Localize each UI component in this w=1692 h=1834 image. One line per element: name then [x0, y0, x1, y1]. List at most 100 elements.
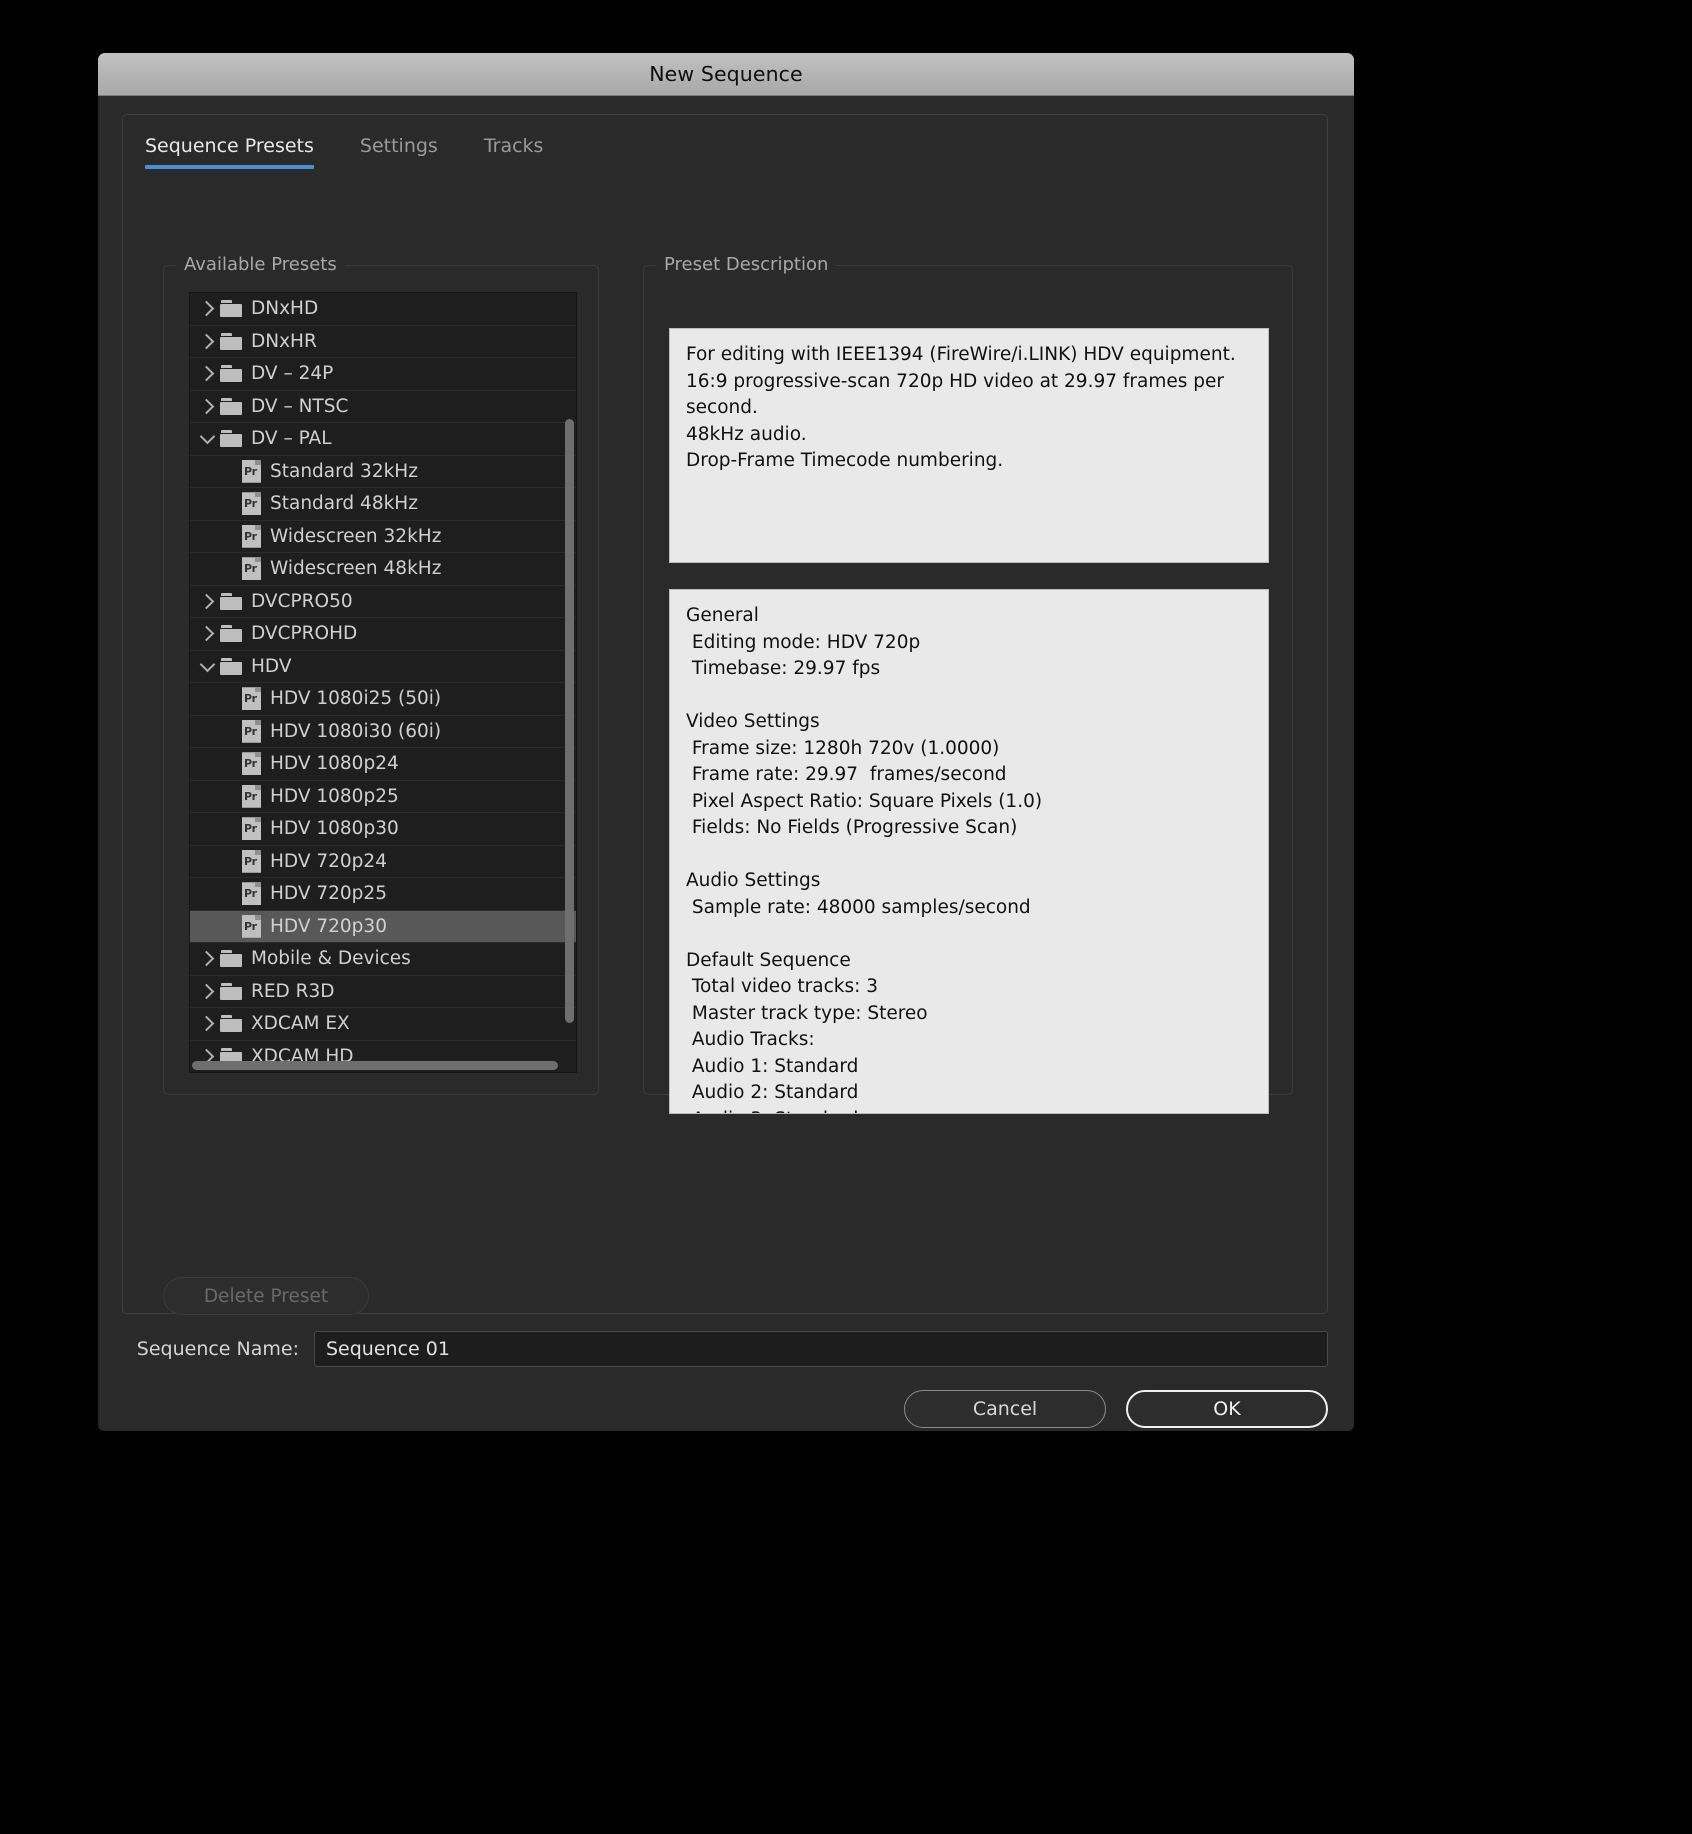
preset-item-row[interactable]: Pr HDV 720p24: [190, 846, 576, 878]
preset-folder-row[interactable]: DV – PAL: [190, 423, 576, 456]
delete-preset-label: Delete Preset: [203, 1285, 329, 1307]
preset-row-label: Widescreen 32kHz: [270, 525, 442, 547]
chevron-right-icon[interactable]: [194, 593, 220, 610]
premiere-preset-icon: Pr: [242, 459, 261, 483]
ok-button-label: OK: [1213, 1398, 1241, 1420]
chevron-glyph: [199, 428, 215, 445]
preset-folder-row[interactable]: HDV: [190, 651, 576, 683]
chevron-glyph: [199, 656, 215, 673]
preset-tree-horizontal-scrollbar[interactable]: [192, 1061, 558, 1070]
preset-row-label: HDV 1080p24: [270, 753, 399, 775]
premiere-preset-icon: Pr: [242, 687, 261, 711]
preset-description-details: General Editing mode: HDV 720p Timebase:…: [669, 589, 1269, 1114]
premiere-preset-icon: Pr: [242, 817, 261, 841]
preset-row-label: DV – PAL: [251, 428, 332, 450]
chevron-right-icon[interactable]: [194, 950, 220, 967]
ok-button[interactable]: OK: [1126, 1390, 1328, 1428]
preset-item-row[interactable]: Pr HDV 720p25: [190, 878, 576, 911]
preset-tree[interactable]: DNxHD DNxHR DV – 24P DV – NTSC DV – PAL Pr Sta…: [189, 292, 577, 1073]
preset-row-label: Standard 32kHz: [270, 460, 418, 482]
folder-icon: [220, 300, 242, 318]
preset-item-row[interactable]: Pr HDV 1080p30: [190, 813, 576, 846]
chevron-glyph: [198, 1015, 214, 1032]
preset-description-title: Preset Description: [656, 254, 837, 275]
sequence-name-row: Sequence Name:: [122, 1331, 1328, 1367]
preset-item-row[interactable]: Pr HDV 720p30: [190, 910, 576, 943]
premiere-preset-icon: Pr: [242, 914, 261, 938]
preset-row-label: DVCPROHD: [251, 623, 358, 645]
tab-sequence-presets[interactable]: Sequence Presets: [145, 135, 337, 169]
preset-row-label: HDV 1080p30: [270, 818, 399, 840]
cancel-button-label: Cancel: [972, 1398, 1038, 1420]
preset-row-label: Widescreen 48kHz: [270, 558, 442, 580]
chevron-right-icon[interactable]: [194, 983, 220, 1000]
preset-item-row[interactable]: Pr HDV 1080i25 (50i): [190, 683, 576, 716]
tab-panel: Sequence Presets Settings Tracks Availab…: [122, 114, 1328, 1315]
tab-bar: Sequence Presets Settings Tracks: [145, 135, 566, 169]
preset-folder-row[interactable]: DV – 24P: [190, 358, 576, 391]
preset-folder-row[interactable]: DVCPRO50: [190, 586, 576, 618]
premiere-preset-icon: Pr: [242, 849, 261, 873]
chevron-glyph: [198, 593, 214, 610]
tab-tracks-label: Tracks: [483, 135, 544, 157]
preset-folder-row[interactable]: XDCAM EX: [190, 1008, 576, 1041]
chevron-glyph: [198, 398, 214, 415]
folder-icon: [220, 592, 242, 610]
chevron-right-icon[interactable]: [194, 333, 220, 350]
folder-icon: [220, 365, 242, 383]
preset-row-label: HDV 1080p25: [270, 785, 399, 807]
dialog-titlebar[interactable]: New Sequence: [98, 53, 1354, 96]
folder-icon: [220, 1015, 242, 1033]
folder-icon: [220, 950, 242, 968]
preset-tree-vertical-scrollbar[interactable]: [565, 419, 574, 1023]
tab-settings[interactable]: Settings: [337, 135, 461, 169]
preset-folder-row[interactable]: DV – NTSC: [190, 391, 576, 423]
preset-item-row[interactable]: Pr Widescreen 32kHz: [190, 521, 576, 553]
preset-item-row[interactable]: Pr HDV 1080p25: [190, 781, 576, 813]
chevron-right-icon[interactable]: [194, 1015, 220, 1032]
chevron-right-icon[interactable]: [194, 398, 220, 415]
chevron-right-icon[interactable]: [194, 365, 220, 382]
premiere-preset-icon: Pr: [242, 784, 261, 808]
chevron-glyph: [198, 983, 214, 1000]
chevron-glyph: [198, 625, 214, 642]
preset-row-label: HDV 1080i25 (50i): [270, 688, 442, 710]
preset-item-row[interactable]: Pr Standard 32kHz: [190, 456, 576, 488]
preset-row-label: HDV: [251, 655, 292, 677]
dialog-footer: Cancel OK: [904, 1390, 1328, 1428]
preset-row-label: DV – NTSC: [251, 395, 349, 417]
cancel-button[interactable]: Cancel: [904, 1390, 1106, 1428]
preset-row-label: Mobile & Devices: [251, 948, 411, 970]
preset-folder-row[interactable]: Mobile & Devices: [190, 943, 576, 976]
chevron-glyph: [198, 300, 214, 317]
folder-icon: [220, 657, 242, 675]
preset-folder-row[interactable]: DVCPROHD: [190, 618, 576, 651]
chevron-right-icon[interactable]: [194, 625, 220, 642]
chevron-down-icon[interactable]: [194, 428, 220, 445]
preset-item-row[interactable]: Pr Standard 48kHz: [190, 488, 576, 521]
tab-sequence-presets-label: Sequence Presets: [145, 135, 314, 157]
folder-icon: [220, 332, 242, 350]
dialog-title: New Sequence: [649, 62, 803, 86]
chevron-down-icon[interactable]: [194, 656, 220, 673]
preset-item-row[interactable]: Pr HDV 1080i30 (60i): [190, 716, 576, 748]
folder-icon: [220, 982, 242, 1000]
available-presets-group: Available Presets DNxHD DNxHR DV – 24P DV –…: [163, 254, 599, 1095]
preset-folder-row[interactable]: DNxHR: [190, 326, 576, 358]
preset-row-label: DNxHD: [251, 298, 319, 320]
preset-row-label: HDV 720p25: [270, 883, 387, 905]
premiere-preset-icon: Pr: [242, 557, 261, 581]
preset-row-label: HDV 720p24: [270, 850, 387, 872]
preset-description-summary: For editing with IEEE1394 (FireWire/i.LI…: [669, 328, 1269, 563]
delete-preset-button[interactable]: Delete Preset: [163, 1277, 369, 1315]
tab-tracks[interactable]: Tracks: [461, 135, 567, 169]
preset-folder-row[interactable]: RED R3D: [190, 976, 576, 1008]
premiere-preset-icon: Pr: [242, 492, 261, 516]
preset-item-row[interactable]: Pr Widescreen 48kHz: [190, 553, 576, 586]
chevron-right-icon[interactable]: [194, 300, 220, 317]
preset-folder-row[interactable]: DNxHD: [190, 293, 576, 326]
tab-settings-label: Settings: [359, 135, 438, 157]
sequence-name-input[interactable]: [314, 1331, 1328, 1367]
preset-item-row[interactable]: Pr HDV 1080p24: [190, 748, 576, 781]
preset-row-label: XDCAM EX: [251, 1013, 350, 1035]
